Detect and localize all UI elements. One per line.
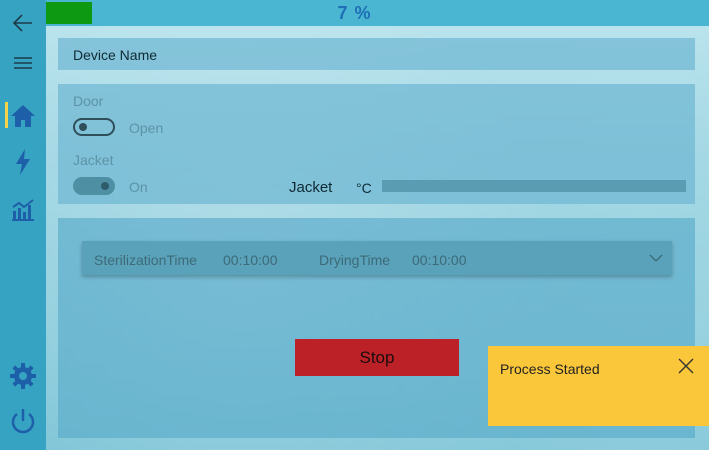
program-select[interactable]: SterilizationTime 00:10:00 DryingTime 00… [82,241,672,275]
lightning-icon [16,149,30,175]
nav-chart[interactable] [0,190,46,230]
drying-label: DryingTime [319,252,391,268]
stop-button[interactable]: Stop [295,339,459,376]
progress-percent: 7 % [337,3,372,23]
temp-unit: °C [356,180,372,196]
toast-notification: Process Started [488,346,709,426]
door-toggle[interactable] [73,118,115,136]
chart-icon [12,199,34,221]
jacket-temp-bar [382,180,686,192]
power-icon [11,409,35,434]
home-icon [11,105,35,127]
sterilization-label: SterilizationTime [94,252,197,268]
hamburger-icon [14,57,32,69]
drying-value: 00:10:00 [412,252,467,268]
chevron-down-icon [649,254,663,262]
nav-home[interactable] [0,96,46,136]
settings-button[interactable] [0,356,46,396]
nav-power[interactable] [0,142,46,182]
jacket-label: Jacket [73,152,114,168]
jacket-toggle[interactable] [73,177,115,195]
jacket-temp-label: Jacket [289,179,333,196]
toast-message: Process Started [500,361,600,377]
sidebar [0,0,46,450]
device-name-panel: Device Name [58,38,695,70]
jacket-state: On [129,179,148,195]
menu-button[interactable] [0,43,46,83]
door-state: Open [129,120,164,136]
device-name-label: Device Name [73,47,158,63]
sterilization-value: 00:10:00 [223,252,278,268]
close-icon[interactable] [678,358,694,374]
gear-icon [10,363,36,389]
door-label: Door [73,93,104,109]
power-button[interactable] [0,401,46,441]
